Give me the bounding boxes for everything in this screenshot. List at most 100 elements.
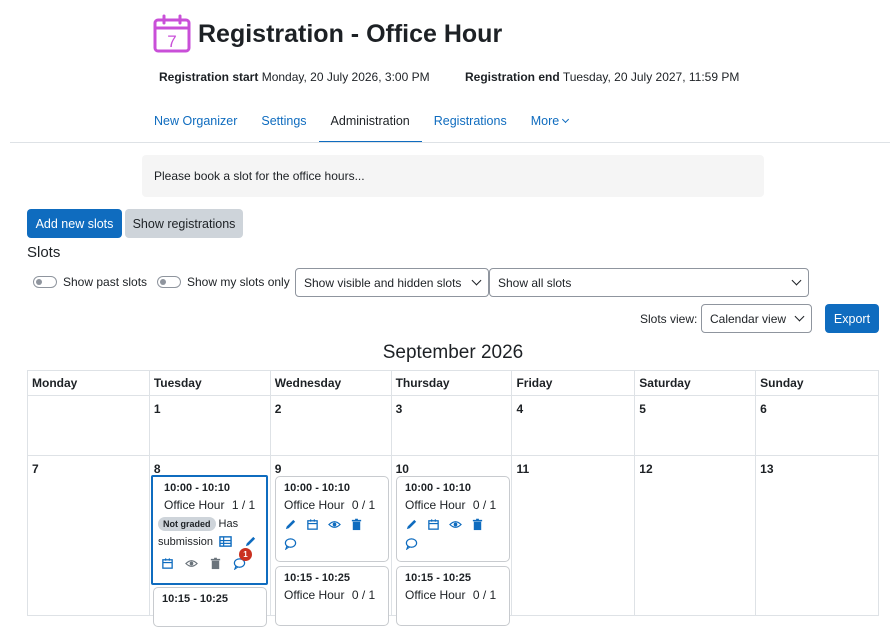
svg-text:7: 7 (167, 32, 176, 51)
slot-title: Office Hour (164, 498, 225, 512)
calendar-day: 6 (756, 396, 880, 456)
slot-title: Office Hour (284, 588, 345, 602)
tab-registrations[interactable]: Registrations (422, 106, 519, 143)
show-past-slots-label: Show past slots (63, 275, 148, 289)
trash-icon[interactable] (471, 518, 484, 531)
status-text: Has (218, 518, 239, 530)
slot-title: Office Hour (284, 498, 345, 512)
show-my-slots-label: Show my slots only (187, 275, 290, 289)
day-number (28, 396, 149, 402)
eye-icon[interactable] (185, 557, 198, 570)
pencil-icon[interactable] (405, 518, 418, 531)
slot-card[interactable]: 10:00 - 10:10 Office Hour 1 / 1 Not grad… (151, 475, 268, 585)
registration-end: Registration end Tuesday, 20 July 2027, … (465, 70, 739, 84)
trash-icon[interactable] (350, 518, 363, 531)
calendar-small-icon[interactable] (427, 518, 440, 531)
calendar-day: 12 (635, 456, 757, 616)
toggle-switch[interactable] (33, 276, 57, 288)
slot-count: 0 / 1 (351, 498, 376, 512)
day-number: 13 (760, 462, 774, 476)
slot-card[interactable]: 10:15 - 10:25 Office Hour 0 / 1 (396, 566, 510, 626)
slot-time: 10:15 - 10:25 (405, 572, 472, 584)
slot-filter-select[interactable]: Show all slots (489, 268, 809, 297)
slot-card[interactable]: 10:00 - 10:10 Office Hour 0 / 1 (396, 476, 510, 562)
show-my-slots-toggle[interactable]: Show my slots only (157, 275, 290, 289)
slot-time: 10:00 - 10:10 (405, 482, 472, 494)
tab-settings[interactable]: Settings (249, 106, 318, 143)
calendar-day: 2 (270, 396, 392, 456)
comment-count-badge: 1 (239, 548, 252, 561)
eye-icon[interactable] (328, 518, 341, 531)
slot-time: 10:15 - 10:25 (284, 572, 351, 584)
day-number: 9 (274, 462, 282, 476)
eye-icon[interactable] (449, 518, 462, 531)
table-icon[interactable] (219, 535, 232, 548)
slot-filter-select-value: Show all slots (498, 275, 572, 290)
calendar-icon: 7 (152, 14, 192, 54)
weekday-tuesday: Tuesday (149, 371, 271, 396)
weekday-thursday: Thursday (391, 371, 513, 396)
calendar-day (28, 396, 150, 456)
secondary-navigation: New Organizer Settings Administration Re… (142, 106, 580, 143)
tab-administration[interactable]: Administration (318, 106, 422, 143)
day-number: 2 (274, 402, 282, 416)
slot-time: 10:00 - 10:10 (164, 482, 231, 494)
tab-more[interactable]: More (519, 106, 580, 143)
day-number: 8 (153, 462, 161, 476)
trash-icon[interactable] (209, 557, 222, 570)
day-number: 12 (639, 462, 653, 476)
slot-name: Office Hour 0 / 1 (284, 498, 380, 512)
slot-name: Office Hour 0 / 1 (405, 498, 501, 512)
slot-count: 0 / 1 (472, 588, 497, 602)
toggle-switch[interactable] (157, 276, 181, 288)
weekday-saturday: Saturday (635, 371, 757, 396)
weekday-friday: Friday (512, 371, 636, 396)
registration-start-label: Registration start (159, 70, 259, 84)
calendar-day: 4 (512, 396, 636, 456)
export-button[interactable]: Export (825, 304, 879, 333)
chevron-down-icon (471, 275, 482, 286)
weekday-wednesday: Wednesday (270, 371, 392, 396)
slot-name: Office Hour 0 / 1 (284, 588, 380, 602)
pencil-icon[interactable] (244, 535, 257, 548)
slot-status: Not graded Has (158, 517, 261, 531)
calendar-day: 3 (391, 396, 513, 456)
calendar-day: 13 (756, 456, 880, 616)
comment-icon[interactable] (284, 537, 297, 550)
calendar-day: 5 (635, 396, 757, 456)
day-number: 10 (395, 462, 409, 476)
calendar-small-icon[interactable] (161, 557, 174, 570)
slots-view-select[interactable]: Calendar view (701, 304, 812, 333)
comment-icon[interactable] (405, 537, 418, 550)
slot-card[interactable]: 10:00 - 10:10 Office Hour 0 / 1 (275, 476, 389, 562)
tab-new-organizer[interactable]: New Organizer (142, 106, 249, 143)
comment-icon[interactable]: 1 (233, 548, 252, 570)
day-number: 4 (516, 402, 524, 416)
weekday-monday: Monday (28, 371, 150, 396)
intro-text: Please book a slot for the office hours.… (142, 155, 764, 197)
chevron-down-icon (794, 311, 805, 322)
calendar-day: 7 (28, 456, 150, 616)
slot-title: Office Hour (405, 588, 466, 602)
show-registrations-button[interactable]: Show registrations (125, 209, 243, 238)
show-past-slots-toggle[interactable]: Show past slots (33, 275, 147, 289)
registration-start-value: Monday, 20 July 2026, 3:00 PM (261, 70, 430, 84)
pencil-icon[interactable] (284, 518, 297, 531)
slot-count: 1 / 1 (231, 498, 256, 512)
visibility-select[interactable]: Show visible and hidden slots (295, 268, 489, 297)
slot-card[interactable]: 10:15 - 10:25 Office Hour 0 / 1 (275, 566, 389, 626)
slot-card[interactable]: 10:15 - 10:25 (153, 587, 267, 627)
add-new-slots-button[interactable]: Add new slots (27, 209, 122, 238)
calendar-day: 1 (149, 396, 271, 456)
calendar-small-icon[interactable] (306, 518, 319, 531)
slot-status-line: submission (158, 535, 261, 548)
slot-actions (284, 518, 380, 531)
slot-time: 10:00 - 10:10 (284, 482, 351, 494)
registration-end-label: Registration end (465, 70, 560, 84)
slot-time: 10:15 - 10:25 (162, 593, 229, 605)
slot-count: 0 / 1 (351, 588, 376, 602)
page-title: Registration - Office Hour (198, 20, 503, 48)
registration-end-value: Tuesday, 20 July 2027, 11:59 PM (562, 70, 740, 84)
status-badge: Not graded (158, 517, 216, 531)
day-number: 6 (760, 402, 767, 416)
